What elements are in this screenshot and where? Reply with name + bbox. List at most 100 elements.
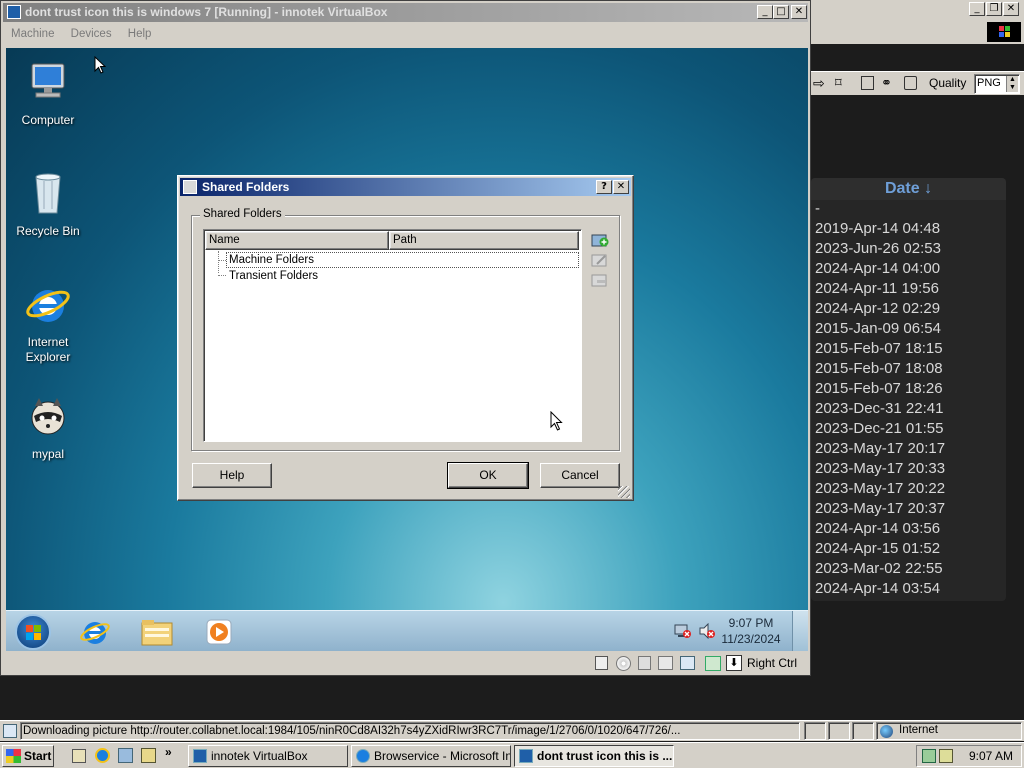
ie-icon — [356, 749, 370, 763]
quick-launch-chevron-icon[interactable]: » — [165, 745, 172, 759]
guest-clock-time: 9:07 PM — [728, 616, 774, 630]
vbox-close-icon[interactable]: ✕ — [791, 5, 807, 19]
desktop-icon-mypal[interactable]: mypal — [8, 392, 88, 462]
clipboard-icon[interactable] — [904, 76, 917, 90]
date-row: 2024-Apr-11 19:56 — [815, 280, 939, 297]
desktop-icon-recycle-bin[interactable]: Recycle Bin — [8, 169, 88, 239]
date-row: 2015-Jan-09 06:54 — [815, 320, 941, 337]
raccoon-icon — [31, 398, 65, 435]
status-pane — [828, 722, 850, 740]
show-desktop-icon[interactable] — [72, 749, 86, 763]
tray-network-icon[interactable] — [922, 749, 936, 763]
desktop-icon-internet-explorer[interactable]: Internet Explorer — [8, 280, 88, 365]
floppy-icon[interactable] — [638, 656, 651, 670]
network-adapters-icon[interactable] — [658, 656, 673, 670]
ie-status-text: Downloading picture http://router.collab… — [20, 722, 800, 740]
vbox-minimize-icon[interactable]: _ — [757, 5, 773, 19]
edit-folder-icon[interactable] — [591, 252, 609, 268]
mouse-cursor-icon — [550, 411, 563, 431]
hard-disk-icon[interactable] — [595, 656, 608, 670]
shared-folders-dialog: Shared Folders ? ✕ Shared Folders Name P… — [177, 175, 634, 501]
minimize-icon[interactable]: _ — [969, 2, 985, 16]
desktop-icon-computer[interactable]: Computer — [8, 58, 88, 128]
dialog-help-icon[interactable]: ? — [596, 180, 612, 194]
desktop-icon-label: Recycle Bin — [16, 224, 80, 238]
vbox-title-text: dont trust icon this is windows 7 [Runni… — [25, 5, 388, 19]
show-desktop-button[interactable] — [792, 611, 808, 651]
tree-line — [218, 260, 226, 261]
tray-security-icon[interactable] — [939, 749, 953, 763]
remove-folder-icon[interactable] — [591, 272, 609, 288]
vbox-maximize-icon[interactable]: □ — [773, 5, 789, 19]
spinner-icon[interactable]: ▲ ▼ — [1006, 76, 1018, 92]
menu-devices[interactable]: Devices — [71, 28, 112, 40]
dialog-close-icon[interactable]: ✕ — [613, 180, 629, 194]
date-row: 2015-Feb-07 18:15 — [815, 340, 943, 357]
resize-grip-icon[interactable] — [618, 486, 630, 498]
host-taskbar: Start » innotek VirtualBox Browservice -… — [0, 742, 1024, 768]
zone-label: Internet — [899, 724, 938, 736]
taskbar-button-virtualbox[interactable]: innotek VirtualBox — [188, 745, 348, 767]
desktop-icon-label: mypal — [31, 447, 64, 461]
dialog-title-text: Shared Folders — [202, 180, 290, 194]
date-list-panel: Date ↓ - 2019-Apr-14 04:48 2023-Jun-26 02:… — [811, 178, 1006, 601]
zone-pane: Internet — [876, 722, 1022, 740]
date-row: - — [815, 200, 820, 217]
virtualbox-icon — [519, 749, 533, 763]
column-header-name[interactable]: Name — [205, 231, 389, 250]
add-folder-icon[interactable] — [591, 232, 609, 248]
status-pane — [852, 722, 874, 740]
forward-icon[interactable]: ⇨ — [813, 75, 825, 92]
tree-item-transient-folders[interactable]: Transient Folders — [226, 268, 426, 284]
taskbar-button-browservice[interactable]: Browservice - Microsoft Int... — [351, 745, 511, 767]
quick-launch-ie-icon[interactable] — [95, 748, 110, 763]
help-button[interactable]: Help — [192, 463, 272, 488]
quality-value: PNG — [977, 77, 1001, 89]
shared-folders-list[interactable]: Name Path Machine Folders Transient Fold… — [203, 229, 582, 442]
quick-launch-outlook-icon[interactable] — [118, 748, 133, 763]
start-button[interactable]: Start — [2, 745, 54, 767]
quality-select[interactable]: PNG ▲ ▼ — [974, 74, 1020, 94]
guest-clock-date: 11/23/2024 — [721, 632, 781, 646]
binoculars-icon[interactable]: ⚭ — [881, 75, 892, 91]
quick-launch-search-icon[interactable] — [141, 748, 156, 763]
internet-explorer-icon — [26, 290, 70, 322]
tree-item-machine-folders[interactable]: Machine Folders — [226, 252, 579, 268]
shared-folders-icon[interactable] — [680, 656, 695, 670]
page-icon[interactable] — [861, 76, 874, 90]
menu-help[interactable]: Help — [128, 28, 152, 40]
host-key-icon[interactable]: ⬇ — [726, 655, 742, 671]
bookmark-icon[interactable]: ⌑ — [835, 75, 842, 91]
taskbar-media-player-icon[interactable] — [204, 617, 234, 647]
browser-toolbar: ⇨ ⌑ ⚭ Quality PNG ▲ ▼ — [811, 71, 1024, 95]
guest-clock[interactable]: 9:07 PM 11/23/2024 — [718, 615, 784, 647]
volume-muted-icon[interactable] — [698, 623, 716, 639]
taskbar-button-vm[interactable]: dont trust icon this is ... — [514, 745, 674, 767]
date-row: 2023-Dec-31 22:41 — [815, 400, 944, 417]
cancel-button[interactable]: Cancel — [540, 463, 620, 488]
menu-machine[interactable]: Machine — [11, 28, 54, 40]
date-row: 2023-May-17 20:17 — [815, 440, 946, 457]
column-header-path[interactable]: Path — [389, 231, 579, 250]
page-loading-icon — [3, 724, 17, 738]
taskbar-button-label: Browservice - Microsoft Int... — [374, 749, 511, 763]
close-icon[interactable]: ✕ — [1003, 2, 1019, 16]
mouse-cursor-icon — [94, 56, 106, 74]
tree-line — [218, 275, 226, 276]
ok-button[interactable]: OK — [447, 462, 529, 489]
background-browser-window: _ ❐ ✕ ⇨ ⌑ ⚭ Quality PNG ▲ ▼ Date ↓ - 2019-… — [811, 0, 1024, 720]
tree-line — [218, 251, 219, 273]
network-icon[interactable] — [674, 623, 692, 639]
cd-rom-icon[interactable] — [616, 656, 631, 671]
guest-taskbar: 9:07 PM 11/23/2024 — [6, 610, 808, 651]
taskbar-explorer-icon[interactable] — [140, 617, 174, 647]
vbox-title-bar[interactable]: dont trust icon this is windows 7 [Runni… — [3, 3, 808, 22]
mouse-integration-icon[interactable] — [705, 656, 721, 671]
restore-icon[interactable]: ❐ — [986, 2, 1002, 16]
date-column-header[interactable]: Date ↓ — [811, 178, 1006, 200]
host-clock[interactable]: 9:07 AM — [969, 749, 1013, 763]
dialog-title-bar[interactable]: Shared Folders — [180, 178, 631, 196]
start-orb[interactable] — [15, 614, 51, 650]
taskbar-ie-icon[interactable] — [78, 616, 112, 648]
date-row: 2023-May-17 20:33 — [815, 460, 946, 477]
